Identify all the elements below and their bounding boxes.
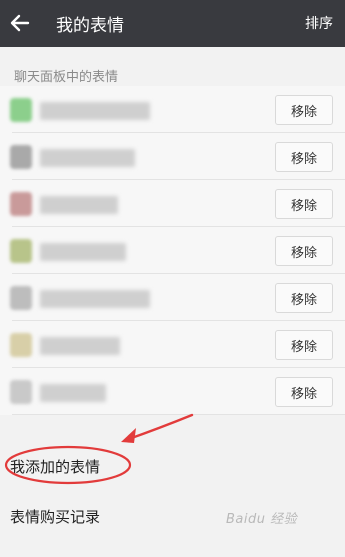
emoji-name-blurred [40, 149, 135, 167]
list-item: 移除 [0, 321, 345, 368]
emoji-purchase-history-link[interactable]: 表情购买记录 [10, 506, 100, 527]
emoji-thumbnail [10, 239, 32, 263]
list-item: 移除 [0, 368, 345, 415]
watermark: Baidu 经验 [226, 512, 298, 527]
remove-button[interactable]: 移除 [275, 142, 333, 172]
emoji-thumbnail [10, 192, 32, 216]
list-item: 移除 [0, 274, 345, 321]
emoji-name-blurred [40, 102, 150, 120]
remove-button[interactable]: 移除 [275, 283, 333, 313]
emoji-thumbnail [10, 333, 32, 357]
sort-button[interactable]: 排序 [305, 13, 333, 33]
remove-button[interactable]: 移除 [275, 236, 333, 266]
list-item: 移除 [0, 86, 345, 133]
arrow-head-icon [121, 428, 136, 443]
remove-button[interactable]: 移除 [275, 189, 333, 219]
page-title: 我的表情 [56, 16, 124, 36]
remove-button[interactable]: 移除 [275, 95, 333, 125]
emoji-name-blurred [40, 243, 126, 261]
list-item: 移除 [0, 227, 345, 274]
emoji-name-blurred [40, 196, 118, 214]
emoji-thumbnail [10, 380, 32, 404]
emoji-list: 移除 移除 移除 移除 移除 移除 移除 [0, 86, 345, 415]
section-title: 聊天面板中的表情 [14, 70, 119, 85]
back-arrow-icon[interactable] [8, 10, 32, 36]
emoji-thumbnail [10, 98, 32, 122]
my-added-emoji-link[interactable]: 我添加的表情 [10, 456, 100, 477]
emoji-thumbnail [10, 286, 32, 310]
emoji-thumbnail [10, 145, 32, 169]
top-bar: 我的表情 排序 [0, 0, 345, 47]
remove-button[interactable]: 移除 [275, 377, 333, 407]
list-item: 移除 [0, 133, 345, 180]
emoji-name-blurred [40, 290, 150, 308]
list-item: 移除 [0, 180, 345, 227]
arrow-shaft [124, 413, 194, 442]
emoji-name-blurred [40, 384, 106, 402]
emoji-name-blurred [40, 337, 120, 355]
remove-button[interactable]: 移除 [275, 330, 333, 360]
